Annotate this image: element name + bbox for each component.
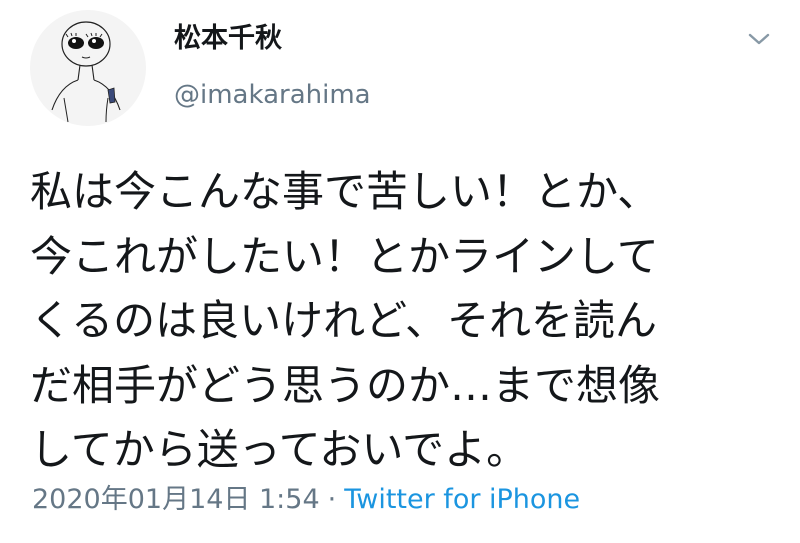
avatar[interactable] [30, 10, 146, 126]
chevron-down-icon[interactable] [745, 28, 773, 50]
timestamp[interactable]: 2020年01月14日 1:54 [32, 484, 320, 515]
tweet-text-line: だ相手がどう思うのか…まで想像 [30, 360, 661, 410]
display-name[interactable]: 松本千秋 [174, 22, 282, 56]
tweet-text-line: 今これがしたい！とかラインして [30, 231, 659, 281]
tweet-text: 私は今こんな事で苦しい！とか、 今これがしたい！とかラインして くるのは良いけれ… [30, 160, 780, 483]
tweet-text-line: 私は今こんな事で苦しい！とか、 [30, 167, 660, 216]
tweet-meta: 2020年01月14日 1:54 · Twitter for iPhone [32, 480, 580, 520]
tweet-text-line: してから送っておいでよ。 [30, 425, 529, 474]
user-handle[interactable]: @imakarahima [174, 78, 371, 112]
tweet-card: 松本千秋 @imakarahima 私は今こんな事で苦しい！とか、 今これがした… [0, 0, 800, 543]
tweet-text-line: くるのは良いけれど、それを読ん [30, 296, 658, 345]
meta-separator: · [327, 484, 337, 515]
alien-sketch-icon [51, 21, 121, 123]
source-link[interactable]: Twitter for iPhone [344, 484, 580, 515]
